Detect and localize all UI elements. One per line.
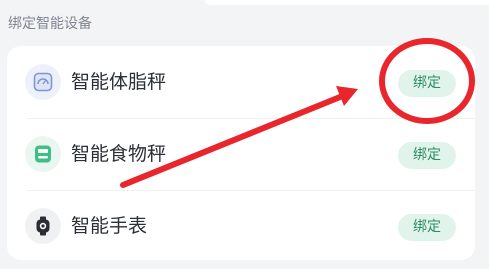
bind-button-body-fat-scale[interactable]: 绑定 bbox=[398, 70, 456, 97]
device-row-body-fat-scale: 智能体脂秤 绑定 bbox=[7, 46, 475, 118]
device-row-food-scale: 智能食物秤 绑定 bbox=[7, 118, 475, 190]
device-list-card: 智能体脂秤 绑定 智能食物秤 绑定 智能手表 绑定 bbox=[7, 46, 475, 260]
device-row-smartwatch: 智能手表 绑定 bbox=[7, 190, 475, 262]
top-strip bbox=[205, 0, 489, 5]
section-title: 绑定智能设备 bbox=[8, 16, 92, 32]
device-label: 智能体脂秤 bbox=[71, 71, 167, 93]
smartwatch-icon bbox=[25, 208, 61, 244]
bind-button-smartwatch[interactable]: 绑定 bbox=[398, 214, 456, 241]
device-label: 智能食物秤 bbox=[71, 143, 167, 165]
food-scale-icon bbox=[25, 136, 61, 172]
device-label: 智能手表 bbox=[71, 215, 148, 237]
bind-button-food-scale[interactable]: 绑定 bbox=[398, 142, 456, 169]
body-fat-scale-icon bbox=[25, 64, 61, 100]
